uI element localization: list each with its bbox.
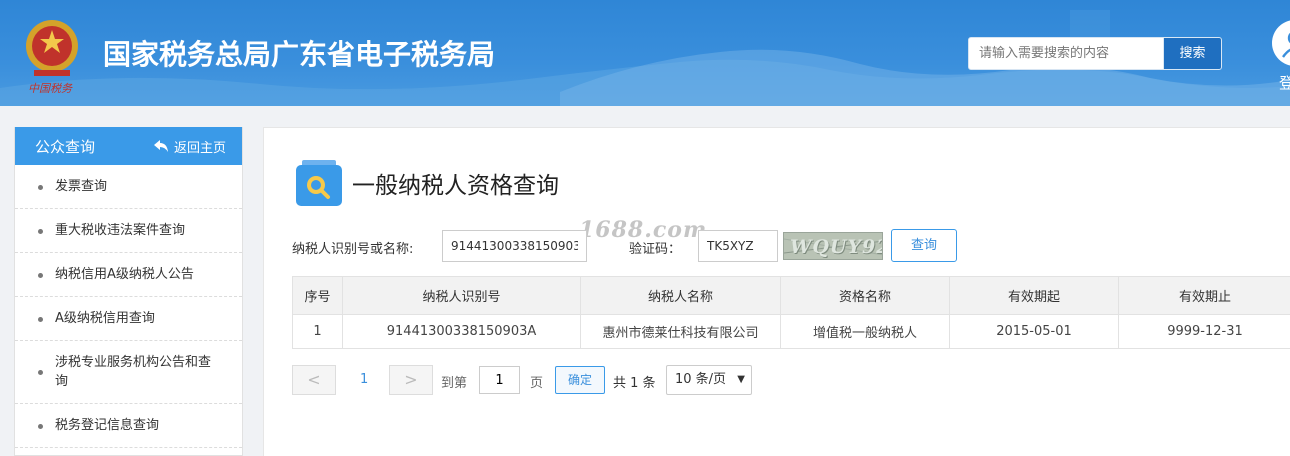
captcha-label: 验证码： (629, 242, 682, 257)
query-button[interactable]: 查询 (891, 229, 957, 262)
taxpayer-id-label: 纳税人识别号或名称: (292, 242, 414, 257)
bullet-icon (38, 184, 43, 190)
svg-text:中国税务: 中国税务 (28, 82, 73, 95)
prev-page-button[interactable]: < (292, 365, 336, 395)
column-header: 纳税人名称 (580, 276, 781, 315)
table-cell: 1 (292, 314, 343, 349)
captcha-input[interactable] (698, 230, 778, 262)
taxpayer-id-input[interactable] (442, 230, 587, 262)
sidebar-item-label: 重大税收违法案件查询 (55, 223, 186, 238)
user-icon (1282, 32, 1290, 58)
table-cell: 2015-05-01 (949, 314, 1119, 349)
bullet-icon (38, 423, 43, 429)
sidebar-item-invoice-query[interactable]: 发票查询 (15, 165, 242, 209)
table-row: 1 91441300338150903A 惠州市德莱仕科技有限公司 增值税一般纳… (292, 314, 1290, 349)
goto-confirm-button[interactable]: 确定 (555, 366, 605, 394)
page-size-value: 10 条/页 (675, 372, 727, 387)
bullet-icon (38, 316, 43, 322)
bullet-icon (38, 370, 43, 375)
sidebar-item-label: 纳税信用A级纳税人公告 (55, 267, 194, 282)
site-title: 国家税务总局广东省电子税务局 (103, 38, 496, 71)
total-count: 共 1 条 (613, 376, 656, 391)
current-page-number[interactable]: 1 (360, 372, 368, 387)
pagination: < 1 > 到第 页 确定 共 1 条 10 条/页 ▼ (292, 364, 892, 396)
sidebar-item-registration-query[interactable]: 税务登记信息查询 (15, 404, 242, 448)
sidebar-menu: 发票查询 重大税收违法案件查询 纳税信用A级纳税人公告 A级纳税信用查询 涉税专… (15, 165, 242, 448)
sidebar-item-label: 涉税专业服务机构公告和查询 (55, 355, 212, 389)
goto-page-input[interactable] (479, 366, 520, 394)
search-input[interactable] (968, 37, 1164, 70)
page-heading: 一般纳税人资格查询 (296, 160, 559, 206)
chevron-down-icon: ▼ (737, 374, 745, 385)
column-header: 资格名称 (780, 276, 950, 315)
national-emblem-icon: 中国税务 (26, 20, 78, 95)
result-table: 序号 纳税人识别号 纳税人名称 资格名称 有效期起 有效期止 1 9144130… (292, 276, 1290, 349)
sidebar: 公众查询 返回主页 发票查询 重大税收违法案件查询 纳税信用A级纳税人公告 A级… (14, 127, 243, 456)
back-home-label: 返回主页 (173, 140, 226, 156)
back-home-link[interactable]: 返回主页 (153, 137, 226, 156)
login-link[interactable]: 登 (1279, 72, 1290, 93)
bullet-icon (38, 272, 43, 278)
sidebar-item-a-grade-credit-query[interactable]: A级纳税信用查询 (15, 297, 242, 341)
back-arrow-icon (153, 140, 168, 152)
page-size-select[interactable]: 10 条/页 ▼ (666, 365, 752, 395)
sidebar-item-label: 发票查询 (55, 179, 108, 194)
column-header: 序号 (292, 276, 343, 315)
search-button[interactable]: 搜索 (1163, 37, 1222, 70)
sidebar-item-tax-violation-query[interactable]: 重大税收违法案件查询 (15, 209, 242, 253)
table-cell: 9999-12-31 (1118, 314, 1290, 349)
page-title: 一般纳税人资格查询 (352, 173, 559, 199)
page-label: 页 (530, 376, 544, 391)
sidebar-title: 公众查询 (35, 137, 96, 156)
bullet-icon (38, 228, 43, 234)
captcha-text: WQUY92 (790, 236, 883, 258)
column-header: 有效期止 (1118, 276, 1290, 315)
next-page-button[interactable]: > (389, 365, 433, 395)
site-header: 中国税务 国家税务总局广东省电子税务局 搜索 登 (0, 0, 1290, 106)
sidebar-header: 公众查询 返回主页 (15, 127, 242, 165)
table-cell: 91441300338150903A (342, 314, 581, 349)
sidebar-item-service-agency[interactable]: 涉税专业服务机构公告和查询 (15, 341, 242, 404)
sidebar-item-label: A级纳税信用查询 (55, 311, 155, 326)
column-header: 有效期起 (949, 276, 1119, 315)
table-cell: 增值税一般纳税人 (780, 314, 950, 349)
column-header: 纳税人识别号 (342, 276, 581, 315)
table-cell: 惠州市德莱仕科技有限公司 (580, 314, 781, 349)
search-document-icon (296, 160, 342, 206)
sidebar-item-a-grade-announcement[interactable]: 纳税信用A级纳税人公告 (15, 253, 242, 297)
sidebar-item-label: 税务登记信息查询 (55, 418, 160, 433)
goto-label: 到第 (441, 376, 468, 391)
main-panel: 一般纳税人资格查询 1688.com 纳税人识别号或名称: 验证码： WQUY9… (263, 127, 1290, 456)
query-form: 纳税人识别号或名称: 验证码： WQUY92 查询 (292, 229, 992, 263)
table-header-row: 序号 纳税人识别号 纳税人名称 资格名称 有效期起 有效期止 (292, 276, 1290, 315)
captcha-image[interactable]: WQUY92 (783, 232, 883, 260)
